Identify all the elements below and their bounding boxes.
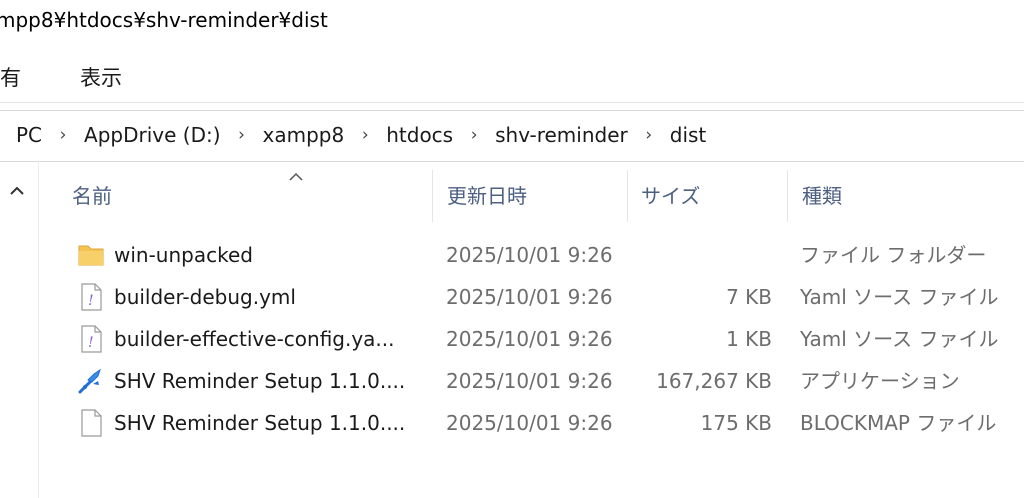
file-date: 2025/10/01 9:26 bbox=[446, 369, 613, 393]
file-row-setup-exe[interactable]: SHV Reminder Setup 1.1.0.... 2025/10/01 … bbox=[48, 360, 1024, 402]
breadcrumb-htdocs[interactable]: htdocs bbox=[384, 123, 455, 147]
installer-icon bbox=[78, 368, 101, 394]
file-row-win-unpacked[interactable]: win-unpacked 2025/10/01 9:26 ファイル フォルダー bbox=[48, 234, 1024, 276]
file-row-setup-blockmap[interactable]: SHV Reminder Setup 1.1.0.... 2025/10/01 … bbox=[48, 402, 1024, 444]
chevron-right-icon[interactable]: › bbox=[455, 125, 493, 145]
file-row-builder-effective-config[interactable]: ! builder-effective-config.ya... 2025/10… bbox=[48, 318, 1024, 360]
column-type[interactable]: 種類 bbox=[778, 170, 1024, 222]
chevron-right-icon[interactable]: › bbox=[44, 125, 82, 145]
breadcrumb-xampp8[interactable]: xampp8 bbox=[261, 123, 347, 147]
ribbon-tab-share[interactable]: 有 bbox=[0, 62, 21, 92]
file-size: 7 KB bbox=[726, 285, 772, 309]
file-size: 167,267 KB bbox=[656, 369, 772, 393]
file-date: 2025/10/01 9:26 bbox=[446, 411, 613, 435]
navigation-pane bbox=[0, 160, 39, 498]
file-name: builder-debug.yml bbox=[114, 285, 296, 309]
svg-text:!: ! bbox=[88, 293, 94, 309]
breadcrumb-shv-reminder[interactable]: shv-reminder bbox=[493, 123, 630, 147]
folder-icon bbox=[78, 245, 104, 266]
address-bar[interactable]: PC › AppDrive (D:) › xampp8 › htdocs › s… bbox=[0, 110, 1024, 162]
file-date: 2025/10/01 9:26 bbox=[446, 285, 613, 309]
file-name: win-unpacked bbox=[114, 243, 253, 267]
breadcrumb-pc[interactable]: PC bbox=[14, 123, 44, 147]
yaml-file-icon: ! bbox=[81, 325, 102, 353]
file-name: builder-effective-config.ya... bbox=[114, 327, 395, 351]
column-date[interactable]: 更新日時 bbox=[423, 170, 627, 222]
file-name: SHV Reminder Setup 1.1.0.... bbox=[114, 411, 406, 435]
file-date: 2025/10/01 9:26 bbox=[446, 327, 613, 351]
chevron-right-icon[interactable]: › bbox=[630, 125, 668, 145]
yaml-file-icon: ! bbox=[81, 283, 102, 311]
chevron-right-icon[interactable]: › bbox=[223, 125, 261, 145]
column-size[interactable]: サイズ bbox=[617, 170, 787, 222]
column-name[interactable]: 名前 bbox=[48, 170, 432, 222]
blank-file-icon bbox=[81, 409, 102, 437]
file-type: Yaml ソース ファイル bbox=[800, 327, 999, 351]
svg-text:!: ! bbox=[88, 335, 94, 351]
file-name: SHV Reminder Setup 1.1.0.... bbox=[114, 369, 406, 393]
file-date: 2025/10/01 9:26 bbox=[446, 243, 613, 267]
file-type: Yaml ソース ファイル bbox=[800, 285, 999, 309]
file-type: アプリケーション bbox=[800, 369, 960, 393]
file-size: 1 KB bbox=[726, 327, 772, 351]
chevron-right-icon[interactable]: › bbox=[346, 125, 384, 145]
breadcrumb: PC › AppDrive (D:) › xampp8 › htdocs › s… bbox=[14, 123, 708, 147]
breadcrumb-appdrive[interactable]: AppDrive (D:) bbox=[82, 123, 223, 147]
file-type: BLOCKMAP ファイル bbox=[800, 411, 997, 435]
title-bar: mpp8¥htdocs¥shv-reminder¥dist bbox=[0, 0, 1024, 48]
window-title-path: mpp8¥htdocs¥shv-reminder¥dist bbox=[0, 8, 328, 32]
file-size bbox=[634, 234, 772, 276]
file-row-builder-debug[interactable]: ! builder-debug.yml 2025/10/01 9:26 7 KB… bbox=[48, 276, 1024, 318]
ribbon-tab-view[interactable]: 表示 bbox=[80, 62, 122, 92]
file-list: win-unpacked 2025/10/01 9:26 ファイル フォルダー … bbox=[48, 234, 1024, 444]
file-size: 175 KB bbox=[700, 411, 772, 435]
ribbon: 有 表示 bbox=[0, 48, 1024, 103]
file-type: ファイル フォルダー bbox=[800, 243, 987, 267]
chevron-up-icon[interactable] bbox=[8, 182, 26, 200]
breadcrumb-dist[interactable]: dist bbox=[668, 123, 709, 147]
column-header-row: 名前 更新日時 サイズ 種類 bbox=[48, 170, 1024, 222]
